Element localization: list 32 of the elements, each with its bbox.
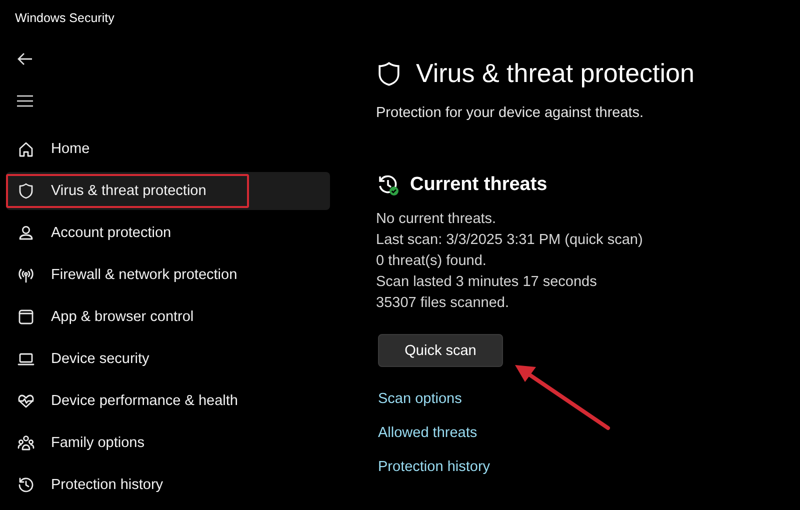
history-icon bbox=[17, 476, 35, 494]
sidebar-item[interactable]: Family options bbox=[6, 424, 330, 462]
window-title: Windows Security bbox=[14, 10, 116, 26]
window-icon bbox=[17, 308, 35, 326]
quick-scan-button[interactable]: Quick scan bbox=[378, 334, 503, 367]
antenna-icon bbox=[17, 266, 35, 284]
page-title: Virus & threat protection bbox=[416, 58, 694, 89]
sidebar-item[interactable]: App & browser control bbox=[6, 298, 330, 336]
status-text: No current threats. bbox=[376, 210, 498, 229]
home-icon bbox=[17, 140, 35, 158]
status-text: Scan lasted 3 minutes 17 seconds bbox=[376, 273, 598, 292]
page-subtitle: Protection for your device against threats. bbox=[376, 105, 645, 121]
shield-icon bbox=[17, 182, 35, 200]
section-heading: Current threats bbox=[410, 174, 548, 196]
person-icon bbox=[17, 224, 35, 242]
status-text: 35307 files scanned. bbox=[376, 294, 510, 313]
status-text: 0 threat(s) found. bbox=[376, 252, 488, 271]
status-text: Last scan: 3/3/2025 3:31 PM (quick scan) bbox=[376, 231, 644, 250]
people-icon bbox=[17, 434, 35, 452]
shield-icon bbox=[376, 60, 402, 88]
sidebar-item[interactable]: Protection history bbox=[6, 466, 330, 504]
settings-link[interactable]: Scan options bbox=[378, 391, 800, 407]
settings-link[interactable]: Protection history bbox=[378, 459, 800, 475]
sidebar-item[interactable]: Virus & threat protection bbox=[6, 172, 330, 210]
sidebar-item[interactable]: Home bbox=[6, 130, 330, 168]
sidebar-item[interactable]: Account protection bbox=[6, 214, 330, 252]
settings-link[interactable]: Allowed threats bbox=[378, 425, 800, 441]
sidebar-item[interactable]: Device security bbox=[6, 340, 330, 378]
sidebar-item[interactable]: Firewall & network protection bbox=[6, 256, 330, 294]
history-check-icon bbox=[376, 173, 400, 197]
heart-icon bbox=[17, 392, 35, 410]
sidebar-item[interactable]: Device performance & health bbox=[6, 382, 330, 420]
